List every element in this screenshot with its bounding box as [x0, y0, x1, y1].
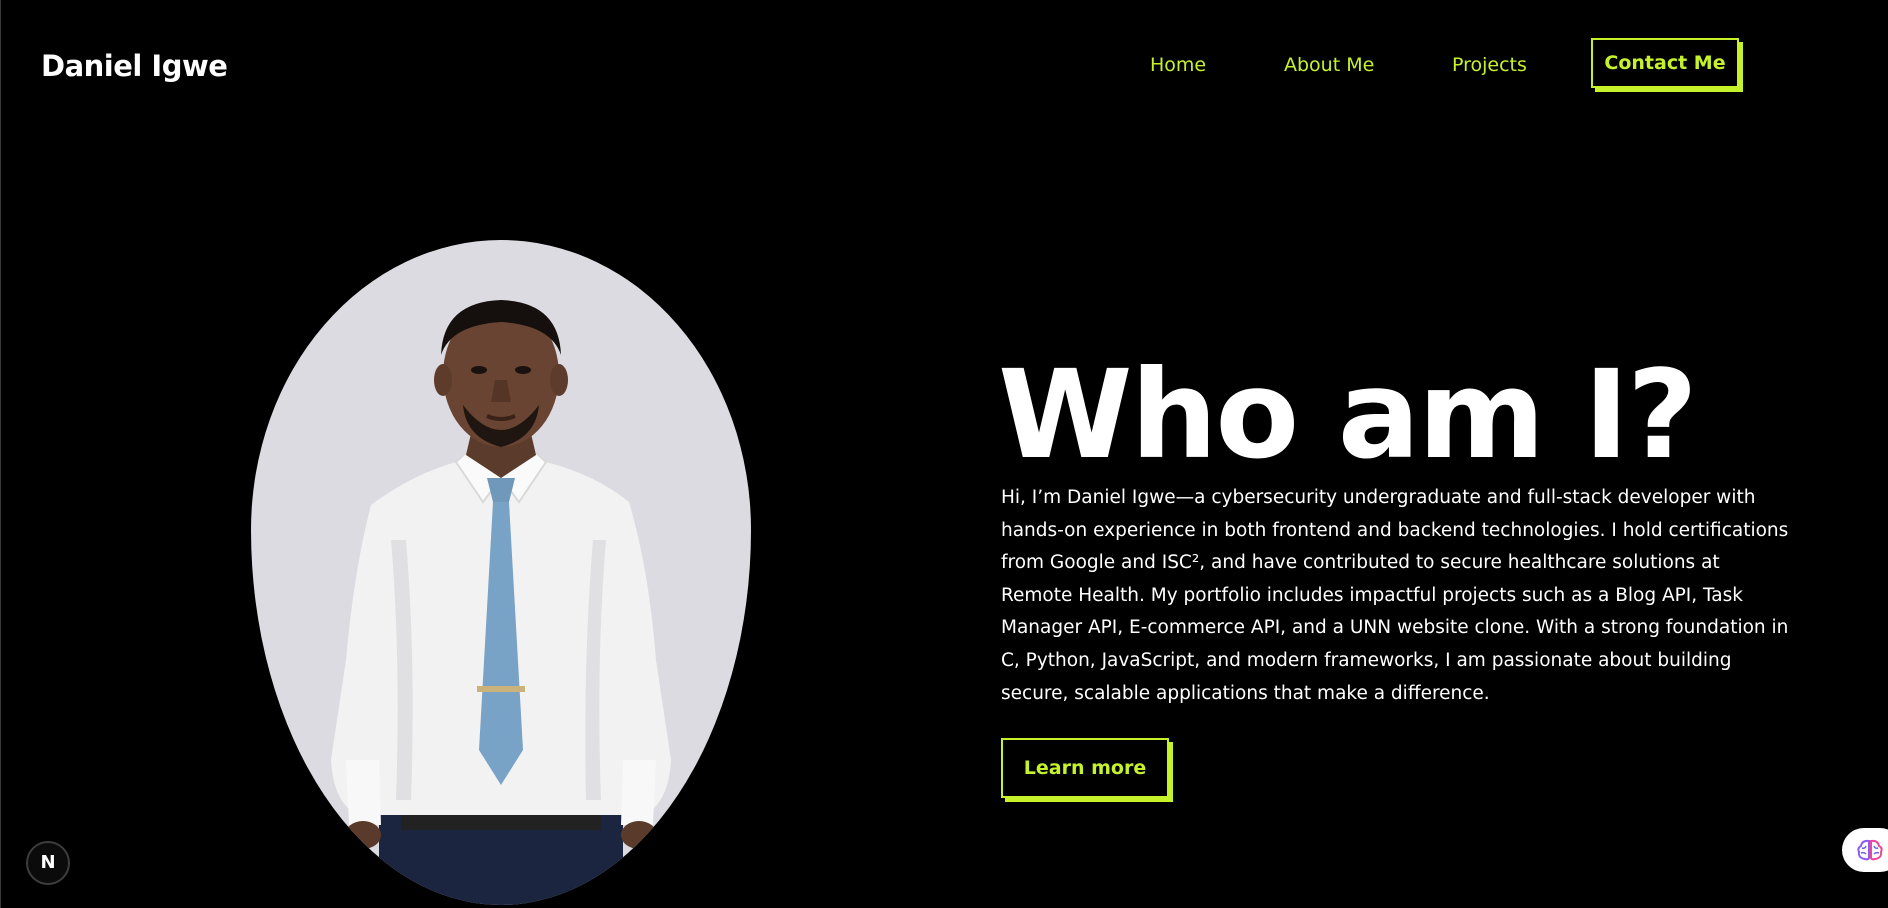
profile-portrait	[251, 240, 751, 905]
brand-name[interactable]: Daniel Igwe	[41, 46, 228, 86]
hero-title: Who am I?	[998, 344, 1698, 486]
contact-me-button[interactable]: Contact Me	[1591, 38, 1739, 88]
page: Daniel Igwe Home About Me Projects Conta…	[0, 0, 1888, 908]
nav-projects-link[interactable]: Projects	[1452, 50, 1527, 80]
nav-about-link[interactable]: About Me	[1284, 50, 1374, 80]
nextjs-logo-icon[interactable]: N	[26, 841, 70, 885]
left-edge-divider	[0, 0, 1, 908]
nav-home-link[interactable]: Home	[1150, 50, 1206, 80]
extension-widget-button[interactable]	[1842, 828, 1888, 872]
hero-description: Hi, I’m Daniel Igwe—a cybersecurity unde…	[1001, 487, 1789, 704]
person-photo-illustration	[331, 300, 671, 905]
brain-icon	[1857, 839, 1883, 861]
learn-more-button[interactable]: Learn more	[1001, 738, 1169, 798]
